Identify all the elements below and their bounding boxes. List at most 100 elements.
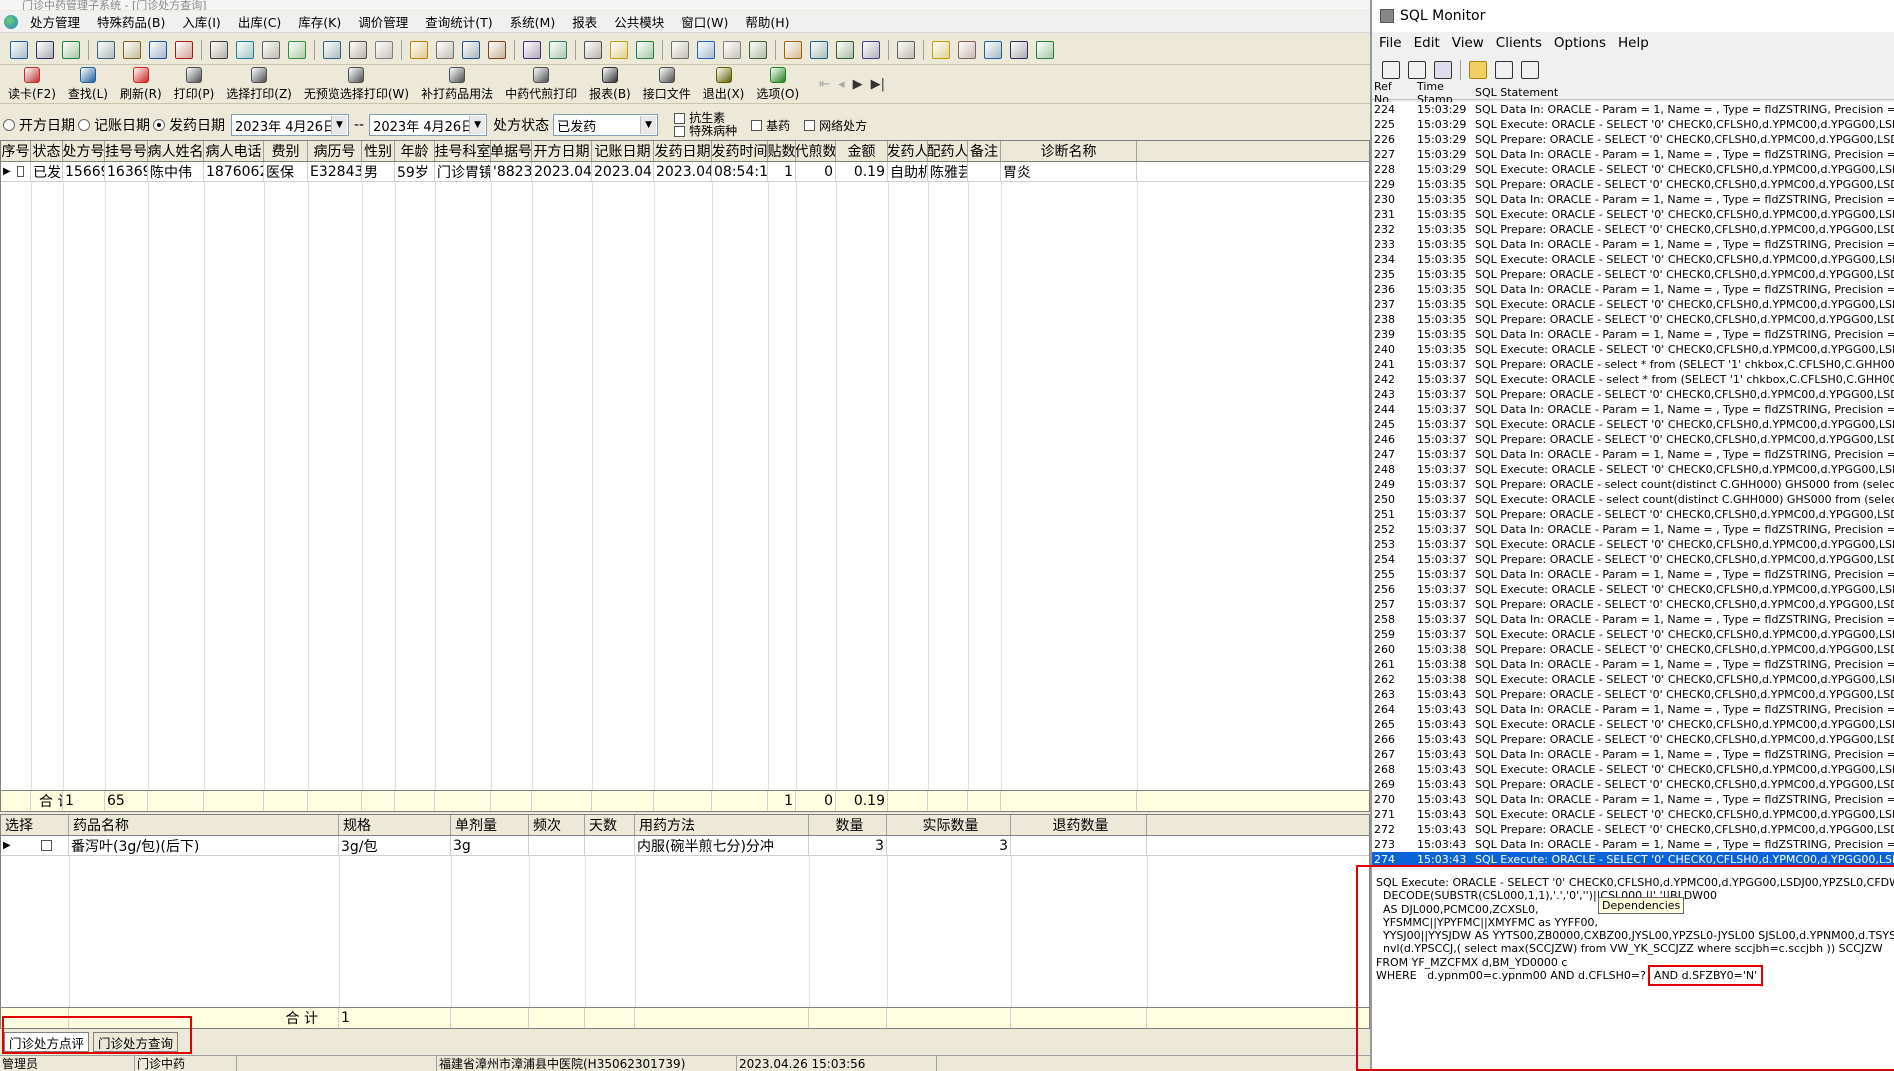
- sql-menu-item[interactable]: Help: [1618, 35, 1649, 51]
- sql-log-row[interactable]: 236 15:03:35 SQL Data In: ORACLE - Param =…: [1372, 282, 1894, 297]
- toolbar-icon[interactable]: [636, 40, 654, 59]
- sql-log-row[interactable]: 269 15:03:43 SQL Prepare: ORACLE - SELECT …: [1372, 777, 1894, 792]
- radio-dispense-date[interactable]: [153, 119, 165, 131]
- grid1-col-header[interactable]: 挂号科室: [435, 141, 491, 161]
- toolbar-icon[interactable]: [1036, 40, 1054, 59]
- grid2-col-header[interactable]: 天数: [585, 815, 635, 835]
- toolbar-icon[interactable]: [523, 40, 541, 59]
- grid1-col-header[interactable]: 配药人: [928, 141, 968, 161]
- menu-item[interactable]: 窗口(W): [673, 12, 737, 31]
- grid2-col-header[interactable]: 退药数量: [1011, 815, 1147, 835]
- nav-first-icon[interactable]: ⇤: [819, 77, 830, 92]
- action-button[interactable]: 选择打印(Z): [226, 67, 292, 102]
- sql-log-row[interactable]: 250 15:03:37 SQL Execute: ORACLE - select …: [1372, 492, 1894, 507]
- toolbar-icon[interactable]: [288, 40, 306, 59]
- sql-menu-item[interactable]: Clients: [1496, 35, 1542, 51]
- sql-log-row[interactable]: 237 15:03:35 SQL Execute: ORACLE - SELECT …: [1372, 297, 1894, 312]
- toolbar-icon[interactable]: [236, 40, 254, 59]
- toolbar-icon[interactable]: [10, 40, 28, 59]
- sql-log-row[interactable]: 244 15:03:37 SQL Data In: ORACLE - Param =…: [1372, 402, 1894, 417]
- sql-log-row[interactable]: 224 15:03:29 SQL Data In: ORACLE - Param =…: [1372, 102, 1894, 117]
- sql-log-row[interactable]: 255 15:03:37 SQL Data In: ORACLE - Param =…: [1372, 567, 1894, 582]
- grid2-col-header[interactable]: 用药方法: [635, 815, 809, 835]
- grid2-col-header[interactable]: 数量: [809, 815, 887, 835]
- toolbar-icon[interactable]: [462, 40, 480, 59]
- sql-log-row[interactable]: 265 15:03:43 SQL Execute: ORACLE - SELECT …: [1372, 717, 1894, 732]
- sql-log-row[interactable]: 241 15:03:37 SQL Prepare: ORACLE - select …: [1372, 357, 1894, 372]
- sql-log-row[interactable]: 235 15:03:35 SQL Prepare: ORACLE - SELECT …: [1372, 267, 1894, 282]
- toolbar-icon[interactable]: [410, 40, 428, 59]
- sql-log-row[interactable]: 272 15:03:43 SQL Prepare: ORACLE - SELECT …: [1372, 822, 1894, 837]
- toolbar-icon[interactable]: [932, 40, 950, 59]
- grid1-col-header[interactable]: 性别: [362, 141, 395, 161]
- sql-log-row[interactable]: 247 15:03:37 SQL Data In: ORACLE - Param =…: [1372, 447, 1894, 462]
- sql-log-row[interactable]: 248 15:03:37 SQL Execute: ORACLE - SELECT …: [1372, 462, 1894, 477]
- grid1-col-header[interactable]: 病人电话: [204, 141, 264, 161]
- sql-log-row[interactable]: 225 15:03:29 SQL Execute: ORACLE - SELECT …: [1372, 117, 1894, 132]
- menu-item[interactable]: 调价管理: [350, 12, 417, 31]
- grid1-col-header[interactable]: 贴数: [768, 141, 796, 161]
- status-select[interactable]: 已发药 ▼: [553, 114, 659, 136]
- copy-icon[interactable]: [1408, 61, 1426, 79]
- toolbar-icon[interactable]: [958, 40, 976, 59]
- toolbar-icon[interactable]: [984, 40, 1002, 59]
- action-button[interactable]: 打印(P): [174, 67, 214, 102]
- toolbar-icon[interactable]: [36, 40, 54, 59]
- chevron-down-icon[interactable]: ▼: [469, 116, 486, 134]
- drug-row[interactable]: ▶ 番泻叶(3g/包)(后下) 3g/包 3g 内服(碗半煎七分)分冲 3 3: [1, 836, 1369, 856]
- toolbar-icon[interactable]: [584, 40, 602, 59]
- grid1-col-header[interactable]: 诊断名称: [1001, 141, 1137, 161]
- toolbar-icon[interactable]: [810, 40, 828, 59]
- sql-log-row[interactable]: 251 15:03:37 SQL Prepare: ORACLE - SELECT …: [1372, 507, 1894, 522]
- toolbar-icon[interactable]: [349, 40, 367, 59]
- tile-icon[interactable]: [1495, 61, 1513, 79]
- sql-log-row[interactable]: 268 15:03:43 SQL Execute: ORACLE - SELECT …: [1372, 762, 1894, 777]
- sql-log-row[interactable]: 230 15:03:35 SQL Data In: ORACLE - Param =…: [1372, 192, 1894, 207]
- sql-log-row[interactable]: 254 15:03:37 SQL Prepare: ORACLE - SELECT …: [1372, 552, 1894, 567]
- toolbar-icon[interactable]: [836, 40, 854, 59]
- menu-item[interactable]: 入库(I): [174, 12, 229, 31]
- grid1-col-header[interactable]: 状态: [31, 141, 63, 161]
- toolbar-icon[interactable]: [175, 40, 193, 59]
- toolbar-icon[interactable]: [549, 40, 567, 59]
- menu-item[interactable]: 查询统计(T): [417, 12, 501, 31]
- sql-log-row[interactable]: 226 15:03:29 SQL Prepare: ORACLE - SELECT …: [1372, 132, 1894, 147]
- clear-icon[interactable]: [1434, 61, 1452, 79]
- toolbar-icon[interactable]: [784, 40, 802, 59]
- toolbar-icon[interactable]: [749, 40, 767, 59]
- grid2-col-header[interactable]: 频次: [529, 815, 585, 835]
- menu-item[interactable]: 公共模块: [606, 12, 673, 31]
- chk-special-disease[interactable]: [674, 126, 686, 137]
- grid1-col-header[interactable]: 发药日期: [654, 141, 712, 161]
- nav-last-icon[interactable]: ▶|: [871, 77, 885, 92]
- grid1-col-header[interactable]: 年龄: [395, 141, 435, 161]
- toolbar-icon[interactable]: [897, 40, 915, 59]
- toolbar-icon[interactable]: [610, 40, 628, 59]
- grid2-col-header[interactable]: 药品名称: [69, 815, 339, 835]
- sql-log-row[interactable]: 239 15:03:35 SQL Data In: ORACLE - Param =…: [1372, 327, 1894, 342]
- sql-log-row[interactable]: 227 15:03:29 SQL Data In: ORACLE - Param =…: [1372, 147, 1894, 162]
- toolbar-icon[interactable]: [62, 40, 80, 59]
- sql-log-row[interactable]: 252 15:03:37 SQL Data In: ORACLE - Param =…: [1372, 522, 1894, 537]
- chk-online-rx[interactable]: [804, 119, 816, 131]
- grid2-col-header[interactable]: 规格: [339, 815, 451, 835]
- grid1-col-header[interactable]: 代煎数: [796, 141, 836, 161]
- menu-item[interactable]: 出库(C): [230, 12, 290, 31]
- sql-log-row[interactable]: 232 15:03:35 SQL Prepare: ORACLE - SELECT …: [1372, 222, 1894, 237]
- chk-base-drug[interactable]: [751, 119, 763, 131]
- sql-log-row[interactable]: 261 15:03:38 SQL Data In: ORACLE - Param =…: [1372, 657, 1894, 672]
- chevron-down-icon[interactable]: ▼: [331, 116, 347, 134]
- menu-item[interactable]: 库存(K): [290, 12, 350, 31]
- sql-log-row[interactable]: 270 15:03:43 SQL Data In: ORACLE - Param =…: [1372, 792, 1894, 807]
- sql-log-row[interactable]: 246 15:03:37 SQL Prepare: ORACLE - SELECT …: [1372, 432, 1894, 447]
- grid1-col-header[interactable]: 记账日期: [592, 141, 654, 161]
- grid1-col-header[interactable]: 备注: [968, 141, 1001, 161]
- sql-log-row[interactable]: 249 15:03:37 SQL Prepare: ORACLE - select …: [1372, 477, 1894, 492]
- prescription-row[interactable]: ▶ 已发药156696163694陈中伟187606290医保E32843C男59…: [1, 162, 1369, 182]
- toolbar-icon[interactable]: [262, 40, 280, 59]
- sql-log-row[interactable]: 240 15:03:35 SQL Execute: ORACLE - SELECT …: [1372, 342, 1894, 357]
- toolbar-icon[interactable]: [375, 40, 393, 59]
- grid1-col-header[interactable]: 金额: [836, 141, 888, 161]
- date-from-picker[interactable]: 2023年 4月26日 ▼: [231, 114, 349, 136]
- grid2-col-header[interactable]: 单剂量: [451, 815, 529, 835]
